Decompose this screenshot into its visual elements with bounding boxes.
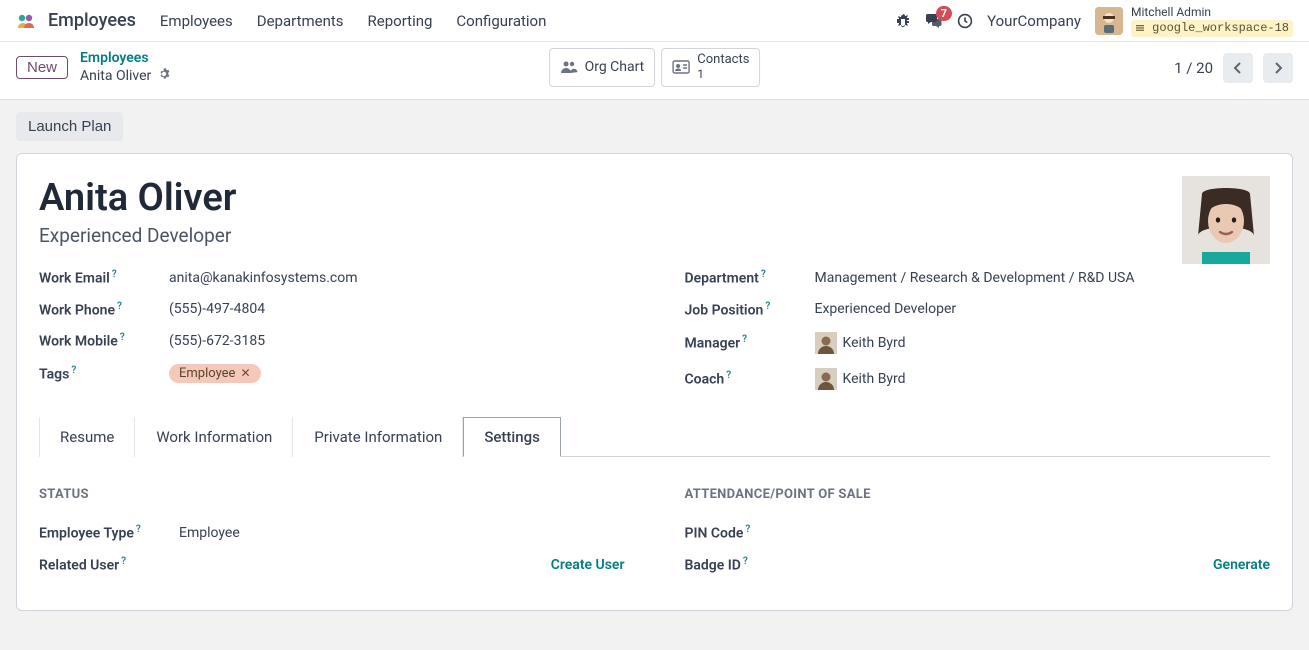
manager-label: Manager? bbox=[685, 334, 815, 352]
employee-job-title[interactable]: Experienced Developer bbox=[39, 224, 236, 247]
work-mobile-value[interactable]: (555)-672-3185 bbox=[169, 333, 625, 349]
tab-resume[interactable]: Resume bbox=[39, 417, 135, 457]
app-title[interactable]: Employees bbox=[48, 10, 136, 31]
help-icon[interactable]: ? bbox=[117, 301, 122, 312]
pager-next-button[interactable] bbox=[1263, 53, 1293, 83]
nav-menu-departments[interactable]: Departments bbox=[257, 12, 344, 30]
app-icon[interactable] bbox=[16, 12, 40, 30]
help-icon[interactable]: ? bbox=[726, 370, 731, 381]
stat-buttons: Org Chart Contacts 1 bbox=[549, 48, 761, 87]
department-label: Department? bbox=[685, 269, 815, 287]
navbar: Employees Employees Departments Reportin… bbox=[0, 0, 1309, 42]
org-chart-label: Org Chart bbox=[585, 59, 645, 75]
tags-label: Tags? bbox=[39, 365, 169, 383]
manager-value[interactable]: Keith Byrd bbox=[815, 332, 1271, 354]
badge-id-label: Badge ID? bbox=[685, 556, 825, 574]
employee-name[interactable]: Anita Oliver bbox=[39, 176, 236, 220]
employee-type-label: Employee Type? bbox=[39, 524, 179, 542]
work-mobile-label: Work Mobile? bbox=[39, 332, 169, 350]
workspace-badge: google_workspace-18 bbox=[1131, 20, 1293, 37]
employee-card: Anita Oliver Experienced Developer Work … bbox=[16, 153, 1293, 611]
avatar-icon bbox=[815, 368, 837, 390]
nav-menu-reporting[interactable]: Reporting bbox=[368, 12, 433, 30]
job-position-label: Job Position? bbox=[685, 301, 815, 319]
help-icon[interactable]: ? bbox=[71, 365, 76, 376]
help-icon[interactable]: ? bbox=[743, 556, 748, 567]
gear-icon[interactable] bbox=[158, 68, 170, 86]
help-icon[interactable]: ? bbox=[761, 269, 766, 280]
coach-label: Coach? bbox=[685, 370, 815, 388]
clock-icon[interactable] bbox=[957, 13, 973, 29]
create-user-button[interactable]: Create User bbox=[551, 557, 625, 573]
job-position-value[interactable]: Experienced Developer bbox=[815, 301, 1271, 317]
work-phone-value[interactable]: (555)-497-4804 bbox=[169, 301, 625, 317]
user-name: Mitchell Admin bbox=[1131, 5, 1293, 20]
help-icon[interactable]: ? bbox=[765, 301, 770, 312]
control-bar: New Employees Anita Oliver Org Chart Con… bbox=[0, 42, 1309, 99]
pager-prev-button[interactable] bbox=[1223, 53, 1253, 83]
content-area: Launch Plan Anita Oliver Experienced Dev… bbox=[0, 99, 1309, 650]
tag-chip[interactable]: Employee ✕ bbox=[169, 364, 261, 383]
nav-menu-employees[interactable]: Employees bbox=[160, 12, 233, 30]
tag-label: Employee bbox=[179, 366, 235, 381]
messages-badge: 7 bbox=[936, 6, 952, 21]
contacts-label: Contacts bbox=[697, 53, 749, 68]
pager: 1 / 20 bbox=[1174, 53, 1293, 83]
messages-icon[interactable]: 7 bbox=[925, 13, 943, 29]
company-switcher[interactable]: YourCompany bbox=[987, 12, 1081, 30]
work-phone-label: Work Phone? bbox=[39, 301, 169, 319]
new-button[interactable]: New bbox=[16, 56, 68, 79]
contacts-count: 1 bbox=[697, 68, 749, 82]
department-value[interactable]: Management / Research & Development / R&… bbox=[815, 270, 1271, 286]
help-icon[interactable]: ? bbox=[742, 334, 747, 345]
user-avatar-icon bbox=[1095, 7, 1123, 35]
generate-button[interactable]: Generate bbox=[1213, 557, 1270, 573]
avatar-icon bbox=[815, 332, 837, 354]
nav-right: 7 YourCompany Mitchell Admin google_work… bbox=[895, 5, 1293, 37]
attendance-heading: ATTENDANCE/POINT OF SALE bbox=[685, 487, 1271, 502]
nav-menu: Employees Departments Reporting Configur… bbox=[160, 12, 546, 30]
help-icon[interactable]: ? bbox=[745, 524, 750, 535]
help-icon[interactable]: ? bbox=[136, 524, 141, 535]
tab-settings[interactable]: Settings bbox=[463, 417, 561, 457]
tab-content-settings: STATUS Employee Type? Employee Related U… bbox=[39, 457, 1270, 587]
related-user-label: Related User? bbox=[39, 556, 179, 574]
work-email-label: Work Email? bbox=[39, 269, 169, 287]
users-icon bbox=[560, 60, 578, 74]
breadcrumb-parent[interactable]: Employees bbox=[80, 50, 149, 66]
help-icon[interactable]: ? bbox=[120, 332, 125, 343]
tag-remove-icon[interactable]: ✕ bbox=[240, 366, 250, 380]
user-menu[interactable]: Mitchell Admin google_workspace-18 bbox=[1095, 5, 1293, 37]
bug-icon[interactable] bbox=[895, 13, 911, 29]
employee-photo[interactable] bbox=[1182, 176, 1270, 264]
breadcrumb: Employees Anita Oliver bbox=[80, 50, 170, 85]
org-chart-button[interactable]: Org Chart bbox=[549, 48, 656, 87]
work-email-value[interactable]: anita@kanakinfosystems.com bbox=[169, 270, 625, 286]
pin-code-label: PIN Code? bbox=[685, 524, 825, 542]
tab-work-information[interactable]: Work Information bbox=[135, 417, 293, 457]
nav-menu-configuration[interactable]: Configuration bbox=[456, 12, 546, 30]
tab-private-information[interactable]: Private Information bbox=[293, 417, 463, 457]
address-card-icon bbox=[672, 60, 690, 74]
contacts-button[interactable]: Contacts 1 bbox=[661, 48, 760, 87]
employee-type-value[interactable]: Employee bbox=[179, 525, 240, 541]
coach-value[interactable]: Keith Byrd bbox=[815, 368, 1271, 390]
breadcrumb-current: Anita Oliver bbox=[80, 68, 151, 84]
launch-plan-button[interactable]: Launch Plan bbox=[16, 112, 123, 141]
pager-text[interactable]: 1 / 20 bbox=[1174, 59, 1213, 77]
tags-field[interactable]: Employee ✕ bbox=[169, 364, 625, 383]
help-icon[interactable]: ? bbox=[112, 269, 117, 280]
help-icon[interactable]: ? bbox=[121, 556, 126, 567]
status-heading: STATUS bbox=[39, 487, 625, 502]
tabs: Resume Work Information Private Informat… bbox=[39, 416, 1270, 457]
